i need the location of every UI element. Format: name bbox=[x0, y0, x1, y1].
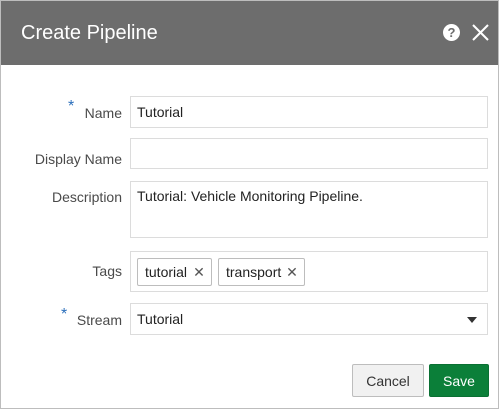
display-name-input[interactable] bbox=[130, 138, 488, 169]
dialog-header: Create Pipeline ? bbox=[1, 1, 498, 65]
cancel-button[interactable]: Cancel bbox=[352, 364, 424, 397]
tag-chip-label: tutorial bbox=[145, 264, 188, 280]
stream-label: Stream bbox=[76, 312, 122, 328]
stream-required-marker: * bbox=[61, 306, 68, 323]
description-label: Description bbox=[51, 189, 122, 205]
create-pipeline-dialog: Create Pipeline ? * Name Display Name De… bbox=[0, 0, 499, 409]
dialog-title: Create Pipeline bbox=[21, 22, 158, 44]
tag-chip-transport: transport ✕ bbox=[218, 258, 305, 286]
remove-tag-icon[interactable]: ✕ bbox=[285, 259, 299, 285]
dropdown-caret-icon bbox=[467, 317, 477, 323]
tags-input[interactable]: tutorial ✕ transport ✕ bbox=[130, 251, 488, 292]
tags-label: Tags bbox=[92, 263, 122, 279]
display-name-label: Display Name bbox=[34, 151, 122, 167]
save-button[interactable]: Save bbox=[429, 364, 489, 397]
stream-select[interactable]: Tutorial bbox=[130, 303, 488, 335]
tag-chip-tutorial: tutorial ✕ bbox=[137, 258, 212, 286]
close-icon[interactable] bbox=[471, 23, 490, 42]
tag-chip-label: transport bbox=[226, 264, 282, 280]
stream-select-value: Tutorial bbox=[137, 311, 184, 327]
help-icon[interactable]: ? bbox=[443, 24, 460, 41]
name-label: Name bbox=[84, 105, 122, 121]
remove-tag-icon[interactable]: ✕ bbox=[192, 259, 206, 285]
name-input[interactable] bbox=[130, 96, 488, 128]
name-required-marker: * bbox=[68, 98, 75, 115]
description-textarea[interactable]: Tutorial: Vehicle Monitoring Pipeline. bbox=[130, 181, 488, 238]
